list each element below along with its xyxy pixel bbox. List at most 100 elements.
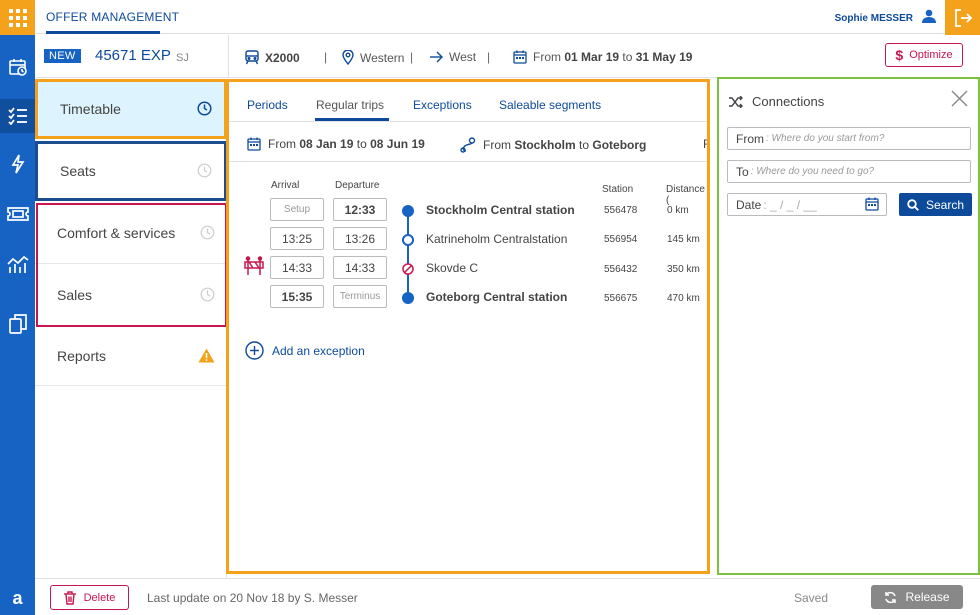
menu-item-seats[interactable]: Seats: [35, 141, 227, 201]
separator: |: [324, 50, 328, 64]
station-distance: 470 km: [667, 293, 700, 304]
rail-calendar-button[interactable]: [0, 50, 35, 84]
from-field[interactable]: From: Where do you start from?: [727, 127, 971, 150]
chart-icon: [6, 255, 29, 273]
section-menu: Timetable Seats Comfort & services Sales…: [35, 79, 227, 579]
menu-item-label: Comfort & services: [57, 225, 176, 241]
clock-icon: [197, 163, 212, 178]
arrow-right-icon: [430, 51, 443, 63]
direction-info: West: [429, 50, 476, 64]
date-mask: : _ / _ / __: [763, 197, 817, 212]
close-icon: [951, 90, 968, 107]
delete-label: Delete: [83, 591, 116, 604]
station-name: Katrineholm Centralstation: [426, 232, 568, 246]
route-timeline: [407, 210, 409, 298]
delete-button[interactable]: Delete: [50, 585, 129, 610]
connections-title-text: Connections: [752, 94, 825, 109]
station-distance: 350 km: [667, 264, 700, 275]
menu-item-reports[interactable]: Reports: [35, 326, 227, 386]
connections-title: Connections: [729, 94, 824, 109]
station-code: 556478: [604, 205, 638, 216]
to-field[interactable]: To: Where do you need to go?: [727, 160, 971, 183]
to-placeholder: : Where do you need to go?: [750, 166, 875, 177]
optimize-button[interactable]: $ Optimize: [885, 43, 963, 67]
route-dates: From 08 Jan 19 to 08 Jun 19: [247, 137, 425, 151]
route-origin: Stockholm: [514, 138, 576, 152]
rail-checklist-button[interactable]: [0, 99, 35, 133]
route-from-date: 08 Jan 19: [299, 137, 354, 151]
add-exception-label: Add an exception: [272, 343, 365, 358]
clock-icon: [200, 225, 215, 240]
departure-input[interactable]: 13:26: [333, 227, 387, 250]
column-arrival: Arrival: [271, 180, 300, 191]
offer-operator: SJ: [176, 52, 189, 64]
rail-ticket-button[interactable]: [0, 197, 35, 231]
stop-dot: [402, 292, 414, 304]
app-title-underline: [46, 31, 160, 34]
route-to-date: 08 Jun 19: [370, 137, 425, 151]
region-info: Western: [342, 50, 404, 65]
route-destination: Goteborg: [592, 138, 647, 152]
search-button[interactable]: Search: [899, 193, 972, 216]
period-info: From 01 Mar 19 to 31 May 19: [513, 50, 692, 64]
route-from-prefix: From: [268, 137, 296, 151]
calendar-icon: [8, 59, 27, 76]
departure-input[interactable]: 12:33: [333, 198, 387, 221]
release-button[interactable]: Release: [871, 585, 963, 609]
from-placeholder: : Where do you start from?: [766, 133, 885, 144]
user-icon[interactable]: [922, 9, 936, 23]
column-departure: Departure: [335, 180, 380, 191]
rail-chart-button[interactable]: [0, 247, 35, 281]
tab-periods[interactable]: Periods: [247, 98, 288, 112]
date-field[interactable]: Date: _ / _ / __: [727, 193, 887, 216]
menu-item-sales[interactable]: Sales: [35, 264, 227, 326]
menu-item-timetable[interactable]: Timetable: [35, 79, 227, 139]
arrival-input[interactable]: 13:25: [270, 227, 324, 250]
station-name: Goteborg Central station: [426, 290, 568, 304]
bottom-bar: Delete Last update on 20 Nov 18 by S. Me…: [35, 578, 980, 615]
station-name: Stockholm Central station: [426, 203, 575, 217]
add-exception-button[interactable]: Add an exception: [245, 341, 365, 360]
app-title[interactable]: OFFER MANAGEMENT: [46, 10, 179, 24]
tab-regular-trips[interactable]: Regular trips: [316, 98, 384, 112]
separator: |: [487, 50, 491, 64]
stop-cancelled-icon: [402, 263, 414, 275]
timetable-panel: Periods Regular trips Exceptions Saleabl…: [226, 79, 710, 574]
calendar-icon[interactable]: [865, 197, 879, 211]
brand-logo: a: [12, 588, 23, 608]
checklist-icon: [7, 107, 27, 125]
stop-dot: [402, 234, 414, 246]
region-name: Western: [360, 50, 405, 65]
arrival-input[interactable]: 15:35: [270, 285, 324, 308]
logout-icon: [954, 8, 972, 27]
tab-exceptions[interactable]: Exceptions: [413, 98, 472, 112]
departure-input[interactable]: Terminus: [333, 285, 387, 308]
station-code: 556954: [604, 234, 638, 245]
station-distance: 0 km: [667, 205, 689, 216]
departure-input[interactable]: 14:33: [333, 256, 387, 279]
user-name[interactable]: Sophie MESSER: [835, 13, 913, 24]
column-station: Station: [602, 184, 634, 195]
date-label: Date: [736, 197, 762, 212]
logout-button[interactable]: [945, 0, 980, 35]
arrival-input[interactable]: Setup: [270, 198, 324, 221]
arrival-input[interactable]: 14:33: [270, 256, 324, 279]
route-summary: From 08 Jan 19 to 08 Jun 19 From Stockho…: [229, 122, 707, 162]
to-label: To: [736, 164, 749, 179]
calendar-icon: [513, 50, 527, 64]
refresh-icon: [885, 591, 897, 603]
route-to-prefix: to: [356, 137, 367, 151]
close-button[interactable]: [951, 90, 968, 107]
menu-item-comfort-services[interactable]: Comfort & services: [35, 203, 227, 264]
search-label: Search: [925, 197, 965, 212]
calendar-icon: [247, 137, 261, 151]
dollar-icon: $: [895, 47, 904, 63]
period-to-prefix: to: [622, 50, 633, 64]
separator: |: [410, 50, 414, 64]
apps-grid-button[interactable]: [0, 0, 35, 35]
rail-lightning-button[interactable]: [0, 147, 35, 181]
tab-saleable-segments[interactable]: Saleable segments: [499, 98, 601, 112]
ticket-icon: [6, 207, 29, 221]
rail-copy-button[interactable]: [0, 307, 35, 341]
clock-icon: [200, 287, 215, 301]
